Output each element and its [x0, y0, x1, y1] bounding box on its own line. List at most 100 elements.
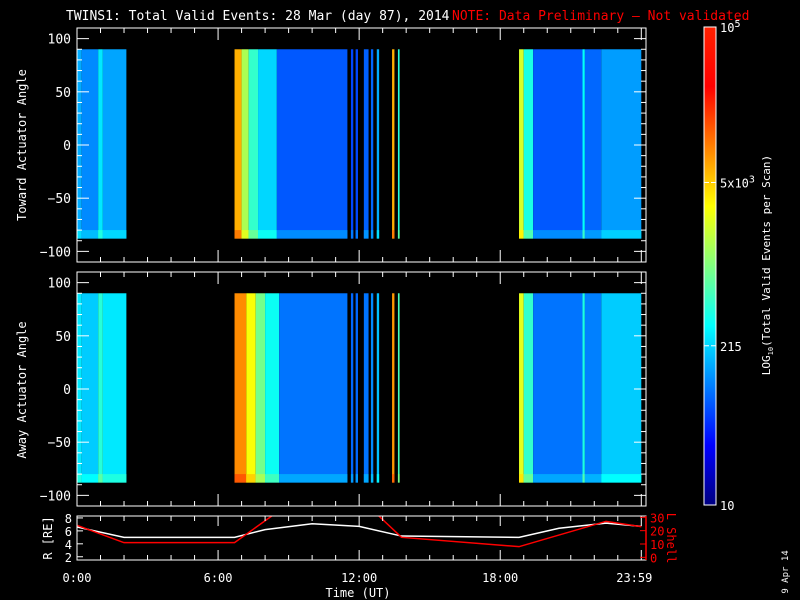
colorbar-tick-label: 105 [720, 19, 740, 35]
lshell-tick-label: 10 [650, 538, 664, 552]
spectrogram-edge-band [392, 474, 395, 483]
spectrogram-column [234, 49, 242, 239]
spectrogram-edge-band [246, 474, 256, 483]
colorbar-tick-label: 5x103 [720, 174, 755, 190]
spectrogram-edge-band [519, 230, 524, 239]
x-tick-label: 18:00 [482, 571, 518, 585]
spectrogram-column [255, 293, 266, 483]
y-tick-label: −50 [48, 192, 71, 207]
spectrogram-column [392, 49, 395, 239]
y-tick-label: 0 [63, 139, 71, 154]
y-tick-label: −100 [40, 489, 71, 504]
r-tick-label: 2 [65, 551, 72, 565]
spectrogram-column [246, 293, 256, 483]
r-axis-label: R [RE] [41, 516, 55, 559]
colorbar: 10 215 5x103 105 [703, 19, 755, 513]
r-tick-label: 6 [65, 525, 72, 539]
x-tick-label: 12:00 [341, 571, 377, 585]
spectrogram-edge-band [376, 474, 380, 483]
spectrogram-column [355, 49, 358, 239]
colorbar-tick-label: 215 [720, 340, 742, 354]
spectrogram-edge-band [355, 230, 358, 239]
spectrogram-edge-band [601, 230, 642, 239]
spectrogram-column [582, 293, 585, 483]
toward-panel: −100 −50 0 50 100 [40, 27, 647, 263]
spectrogram-edge-band [397, 230, 400, 239]
spectrogram-column [519, 293, 524, 483]
colorbar-gradient [703, 26, 717, 506]
y-tick-label: 0 [63, 383, 71, 398]
spectrogram-column [77, 49, 82, 239]
spectrogram-column [102, 49, 127, 239]
x-tick-label: 6:00 [204, 571, 233, 585]
side-date: 9 Apr 14 [781, 550, 791, 593]
spectrogram-edge-band [234, 474, 247, 483]
colorbar-tick-label: 10 [720, 499, 734, 513]
y-tick-label: 100 [48, 33, 71, 48]
spectrogram-column [81, 49, 99, 239]
spectrogram-column [102, 293, 127, 483]
spectrogram-column [363, 293, 369, 483]
spectrogram-column [265, 293, 280, 483]
spectrogram-edge-band [523, 474, 534, 483]
spectrogram-edge-band [98, 230, 103, 239]
x-tick-label: 0:00 [63, 571, 92, 585]
away-panel: −100 −50 0 50 100 [40, 271, 647, 507]
spectrogram-edge-band [533, 474, 583, 483]
spectrogram-column [258, 49, 277, 239]
spectrogram-edge-band [265, 474, 280, 483]
y-tick-label: 100 [48, 277, 71, 292]
spectrogram-column [81, 293, 99, 483]
y-tick-label: −100 [40, 245, 71, 260]
spectrogram-column [519, 49, 524, 239]
orbit-panel: 2468 0102030 0:00 6:00 12:00 18:00 23:59 [63, 511, 665, 585]
spectrogram-edge-band [397, 474, 400, 483]
spectrogram-column [248, 49, 259, 239]
spectrogram-edge-band [601, 474, 642, 483]
spectrogram-edge-band [523, 230, 534, 239]
spectrogram-edge-band [241, 230, 249, 239]
spectrogram-column [397, 293, 400, 483]
lshell-axis-label: L Shell [664, 513, 678, 564]
spectrogram-column [584, 293, 602, 483]
spectrogram-column [376, 293, 380, 483]
spectrogram-column [276, 49, 348, 239]
spectrogram-edge-band [279, 474, 348, 483]
spectrogram-edge-band [255, 474, 266, 483]
spectrogram-edge-band [363, 230, 369, 239]
lshell-tick-label: 30 [650, 511, 664, 525]
spectrogram-edge-band [392, 230, 395, 239]
spectrogram-column [523, 49, 534, 239]
spectrogram-edge-band [519, 474, 524, 483]
spectrogram-edge-band [234, 230, 242, 239]
spectrogram-edge-band [584, 474, 602, 483]
spectrogram-column [376, 49, 380, 239]
y-tick-label: 50 [55, 330, 71, 345]
x-tick-label: 23:59 [616, 571, 652, 585]
spectrogram-edge-band [355, 474, 358, 483]
spectrogram-column [350, 293, 354, 483]
r-tick-label: 8 [65, 512, 72, 526]
spectrogram-column [98, 49, 103, 239]
spectrogram-edge-band [370, 474, 374, 483]
spectrogram-edge-band [582, 230, 585, 239]
spectrogram-column [350, 49, 354, 239]
spectrogram-edge-band [77, 474, 82, 483]
spectrogram-column [363, 49, 369, 239]
spectrogram-edge-band [370, 230, 374, 239]
toward-ylabel: Toward Actuator Angle [15, 69, 29, 221]
twins-plot: TWINS1: Total Valid Events: 28 Mar (day … [15, 9, 791, 600]
y-tick-label: −50 [48, 436, 71, 451]
spectrogram-edge-band [582, 474, 585, 483]
spectrogram-column [355, 293, 358, 483]
spectrogram-edge-band [376, 230, 380, 239]
colorbar-label: LOG10(Total Valid Events per Scan) [760, 155, 775, 375]
spectrogram-edge-band [350, 230, 354, 239]
spectrogram-edge-band [81, 474, 99, 483]
spectrogram-edge-band [77, 230, 82, 239]
away-ylabel: Away Actuator Angle [15, 321, 29, 458]
spectrogram-column [601, 293, 642, 483]
spectrogram-edge-band [81, 230, 99, 239]
spectrogram-column [77, 293, 82, 483]
lshell-tick-label: 0 [650, 551, 657, 565]
